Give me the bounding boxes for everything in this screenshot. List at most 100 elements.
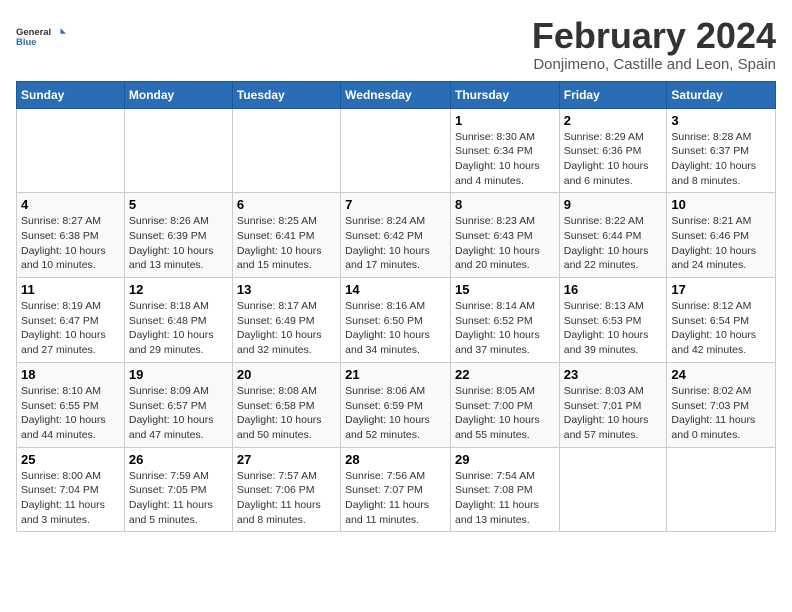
calendar-week-row: 25Sunrise: 8:00 AMSunset: 7:04 PMDayligh… xyxy=(17,447,776,532)
calendar-day-cell xyxy=(341,108,451,193)
calendar-day-cell: 6 Sunrise: 8:25 AMSunset: 6:41 PMDaylight… xyxy=(232,193,340,278)
day-number: 13 xyxy=(237,282,336,297)
day-detail: Sunrise: 8:08 AMSunset: 6:58 PMDaylight:… xyxy=(237,384,336,443)
day-number: 28 xyxy=(345,452,446,467)
day-number: 15 xyxy=(455,282,555,297)
day-detail: Sunrise: 8:14 AMSunset: 6:52 PMDaylight:… xyxy=(455,299,555,358)
calendar-day-cell: 10Sunrise: 8:21 AMSunset: 6:46 PMDayligh… xyxy=(667,193,776,278)
logo-svg: General Blue xyxy=(16,16,66,56)
calendar-day-cell: 12 Sunrise: 8:18 AMSunset: 6:48 PMDayligh… xyxy=(124,278,232,363)
day-number: 14 xyxy=(345,282,446,297)
day-detail: Sunrise: 8:12 AMSunset: 6:54 PMDaylight:… xyxy=(671,299,771,358)
day-detail: Sunrise: 8:05 AMSunset: 7:00 PMDaylight:… xyxy=(455,384,555,443)
day-number: 2 xyxy=(564,113,663,128)
calendar-day-cell: 27 Sunrise: 7:57 AMSunset: 7:06 PMDayligh… xyxy=(232,447,340,532)
day-number: 20 xyxy=(237,367,336,382)
calendar-table: SundayMondayTuesdayWednesdayThursdayFrid… xyxy=(16,81,776,533)
day-detail: Sunrise: 8:25 AMSunset: 6:41 PMDaylight:… xyxy=(237,214,336,273)
day-number: 11 xyxy=(21,282,120,297)
calendar-day-cell: 19Sunrise: 8:09 AMSunset: 6:57 PMDayligh… xyxy=(124,362,232,447)
day-number: 26 xyxy=(129,452,228,467)
day-detail: Sunrise: 8:26 AMSunset: 6:39 PMDaylight:… xyxy=(129,214,228,273)
calendar-day-cell: 13 Sunrise: 8:17 AMSunset: 6:49 PMDayligh… xyxy=(232,278,340,363)
calendar-header-cell: Saturday xyxy=(667,81,776,108)
day-detail: Sunrise: 8:24 AMSunset: 6:42 PMDaylight:… xyxy=(345,214,446,273)
calendar-day-cell: 14 Sunrise: 8:16 AMSunset: 6:50 PMDayligh… xyxy=(341,278,451,363)
day-number: 8 xyxy=(455,197,555,212)
calendar-header-cell: Wednesday xyxy=(341,81,451,108)
day-detail: Sunrise: 8:03 AMSunset: 7:01 PMDaylight:… xyxy=(564,384,663,443)
day-detail: Sunrise: 8:19 AMSunset: 6:47 PMDaylight:… xyxy=(21,299,120,358)
day-number: 27 xyxy=(237,452,336,467)
calendar-day-cell xyxy=(559,447,667,532)
day-detail: Sunrise: 8:16 AMSunset: 6:50 PMDaylight:… xyxy=(345,299,446,358)
calendar-day-cell xyxy=(667,447,776,532)
day-number: 6 xyxy=(237,197,336,212)
day-number: 17 xyxy=(671,282,771,297)
calendar-day-cell xyxy=(232,108,340,193)
calendar-day-cell: 2 Sunrise: 8:29 AMSunset: 6:36 PMDaylight… xyxy=(559,108,667,193)
logo: General Blue xyxy=(16,16,66,56)
calendar-body: 1 Sunrise: 8:30 AMSunset: 6:34 PMDaylight… xyxy=(17,108,776,532)
calendar-day-cell: 9 Sunrise: 8:22 AMSunset: 6:44 PMDaylight… xyxy=(559,193,667,278)
calendar-day-cell: 5Sunrise: 8:26 AMSunset: 6:39 PMDaylight… xyxy=(124,193,232,278)
calendar-day-cell: 1 Sunrise: 8:30 AMSunset: 6:34 PMDaylight… xyxy=(450,108,559,193)
day-number: 16 xyxy=(564,282,663,297)
calendar-day-cell: 21 Sunrise: 8:06 AMSunset: 6:59 PMDayligh… xyxy=(341,362,451,447)
calendar-header-cell: Tuesday xyxy=(232,81,340,108)
calendar-day-cell: 24Sunrise: 8:02 AMSunset: 7:03 PMDayligh… xyxy=(667,362,776,447)
day-number: 9 xyxy=(564,197,663,212)
day-detail: Sunrise: 8:22 AMSunset: 6:44 PMDaylight:… xyxy=(564,214,663,273)
calendar-day-cell: 16 Sunrise: 8:13 AMSunset: 6:53 PMDayligh… xyxy=(559,278,667,363)
calendar-day-cell: 25Sunrise: 8:00 AMSunset: 7:04 PMDayligh… xyxy=(17,447,125,532)
calendar-week-row: 4 Sunrise: 8:27 AMSunset: 6:38 PMDaylight… xyxy=(17,193,776,278)
day-detail: Sunrise: 8:13 AMSunset: 6:53 PMDaylight:… xyxy=(564,299,663,358)
calendar-day-cell: 4 Sunrise: 8:27 AMSunset: 6:38 PMDaylight… xyxy=(17,193,125,278)
day-detail: Sunrise: 8:06 AMSunset: 6:59 PMDaylight:… xyxy=(345,384,446,443)
day-detail: Sunrise: 8:09 AMSunset: 6:57 PMDaylight:… xyxy=(129,384,228,443)
day-detail: Sunrise: 8:29 AMSunset: 6:36 PMDaylight:… xyxy=(564,130,663,189)
day-detail: Sunrise: 7:57 AMSunset: 7:06 PMDaylight:… xyxy=(237,469,336,528)
day-detail: Sunrise: 8:18 AMSunset: 6:48 PMDaylight:… xyxy=(129,299,228,358)
calendar-header-cell: Friday xyxy=(559,81,667,108)
day-number: 1 xyxy=(455,113,555,128)
day-number: 4 xyxy=(21,197,120,212)
day-detail: Sunrise: 8:30 AMSunset: 6:34 PMDaylight:… xyxy=(455,130,555,189)
day-number: 22 xyxy=(455,367,555,382)
calendar-day-cell: 17 Sunrise: 8:12 AMSunset: 6:54 PMDayligh… xyxy=(667,278,776,363)
day-number: 18 xyxy=(21,367,120,382)
calendar-week-row: 11 Sunrise: 8:19 AMSunset: 6:47 PMDayligh… xyxy=(17,278,776,363)
calendar-day-cell: 18 Sunrise: 8:10 AMSunset: 6:55 PMDayligh… xyxy=(17,362,125,447)
day-detail: Sunrise: 7:54 AMSunset: 7:08 PMDaylight:… xyxy=(455,469,555,528)
day-number: 21 xyxy=(345,367,446,382)
day-detail: Sunrise: 7:59 AMSunset: 7:05 PMDaylight:… xyxy=(129,469,228,528)
calendar-header-cell: Thursday xyxy=(450,81,559,108)
day-number: 29 xyxy=(455,452,555,467)
calendar-day-cell xyxy=(124,108,232,193)
day-number: 7 xyxy=(345,197,446,212)
calendar-day-cell: 11 Sunrise: 8:19 AMSunset: 6:47 PMDayligh… xyxy=(17,278,125,363)
calendar-subtitle: Donjimeno, Castille and Leon, Spain xyxy=(532,56,776,73)
calendar-header-cell: Monday xyxy=(124,81,232,108)
day-detail: Sunrise: 8:02 AMSunset: 7:03 PMDaylight:… xyxy=(671,384,771,443)
day-detail: Sunrise: 8:27 AMSunset: 6:38 PMDaylight:… xyxy=(21,214,120,273)
calendar-header-row: SundayMondayTuesdayWednesdayThursdayFrid… xyxy=(17,81,776,108)
svg-text:General: General xyxy=(16,27,51,38)
calendar-day-cell: 8 Sunrise: 8:23 AMSunset: 6:43 PMDaylight… xyxy=(450,193,559,278)
day-number: 12 xyxy=(129,282,228,297)
calendar-day-cell: 22 Sunrise: 8:05 AMSunset: 7:00 PMDayligh… xyxy=(450,362,559,447)
calendar-week-row: 18 Sunrise: 8:10 AMSunset: 6:55 PMDayligh… xyxy=(17,362,776,447)
day-detail: Sunrise: 8:23 AMSunset: 6:43 PMDaylight:… xyxy=(455,214,555,273)
day-detail: Sunrise: 8:17 AMSunset: 6:49 PMDaylight:… xyxy=(237,299,336,358)
day-detail: Sunrise: 8:10 AMSunset: 6:55 PMDaylight:… xyxy=(21,384,120,443)
title-area: February 2024 Donjimeno, Castille and Le… xyxy=(532,16,776,73)
calendar-day-cell: 3Sunrise: 8:28 AMSunset: 6:37 PMDaylight… xyxy=(667,108,776,193)
calendar-day-cell xyxy=(17,108,125,193)
calendar-day-cell: 29 Sunrise: 7:54 AMSunset: 7:08 PMDayligh… xyxy=(450,447,559,532)
header: General Blue February 2024 Donjimeno, Ca… xyxy=(16,16,776,73)
day-detail: Sunrise: 8:21 AMSunset: 6:46 PMDaylight:… xyxy=(671,214,771,273)
day-number: 23 xyxy=(564,367,663,382)
calendar-day-cell: 15 Sunrise: 8:14 AMSunset: 6:52 PMDayligh… xyxy=(450,278,559,363)
day-number: 3 xyxy=(671,113,771,128)
calendar-day-cell: 7 Sunrise: 8:24 AMSunset: 6:42 PMDaylight… xyxy=(341,193,451,278)
